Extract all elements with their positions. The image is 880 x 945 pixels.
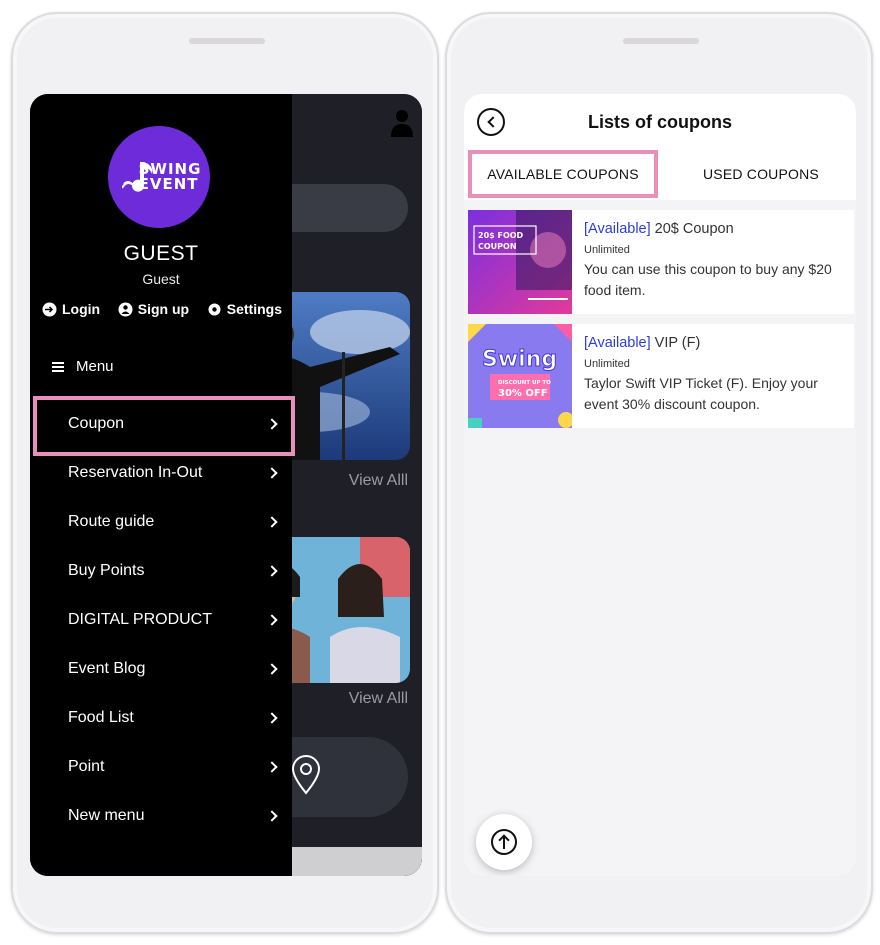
user-name: GUEST <box>123 242 199 265</box>
chevron-right-icon <box>266 711 278 724</box>
speaker-slot <box>189 38 265 44</box>
svg-text:COUPON: COUPON <box>478 242 517 251</box>
chevron-right-icon <box>266 466 278 479</box>
tab-available-coupons[interactable]: AVAILABLE COUPONS <box>468 150 658 198</box>
side-drawer: SWING EVENT GUEST Guest Login Sign up Se… <box>30 94 295 876</box>
menu-item-event-blog[interactable]: Event Blog <box>30 644 292 693</box>
coupon-card-2[interactable]: Swing DISCOUNT UP TO 30% OFF [Available]… <box>468 324 854 428</box>
coupon-thumbnail-food: 20$ FOOD COUPON <box>468 210 572 314</box>
view-all-link-1[interactable]: View Alll <box>349 472 408 490</box>
coupon-limit: Unlimited <box>584 244 630 256</box>
scroll-to-top-button[interactable] <box>476 814 532 870</box>
coupon-thumbnail-vip: Swing DISCOUNT UP TO 30% OFF <box>468 324 572 428</box>
music-note-icon <box>122 162 153 192</box>
coupon-description: You can use this coupon to buy any $20 f… <box>584 261 832 298</box>
menu-item-food-list[interactable]: Food List <box>30 693 292 742</box>
coupon-status: [Available] <box>584 221 651 237</box>
phone-frame-left: View Alll View Alll SWING EVENT GUEST Gu… <box>11 12 439 934</box>
coupon-status: [Available] <box>584 335 651 351</box>
coupon-title: [Available] 20$ Coupon <box>584 221 734 237</box>
chevron-right-icon <box>266 662 278 675</box>
user-icon[interactable] <box>390 108 414 138</box>
phone-frame-right: Lists of coupons AVAILABLE COUPONS USED … <box>445 12 873 934</box>
gear-icon <box>208 303 221 315</box>
svg-text:Swing: Swing <box>482 347 557 372</box>
svg-text:DISCOUNT UP TO: DISCOUNT UP TO <box>498 380 551 386</box>
coupon-description: Taylor Swift VIP Ticket (F). Enjoy your … <box>584 375 818 412</box>
chevron-right-icon <box>266 564 278 577</box>
chevron-right-icon <box>266 809 278 822</box>
hamburger-icon <box>52 361 64 372</box>
login-icon <box>42 302 57 316</box>
coupon-info-2: [Available] VIP (F) Unlimited Taylor Swi… <box>572 324 854 428</box>
screen-right: Lists of coupons AVAILABLE COUPONS USED … <box>464 94 856 876</box>
chevron-right-icon <box>266 417 278 430</box>
arrow-up-icon <box>491 829 517 855</box>
tab-used-coupons[interactable]: USED COUPONS <box>666 150 856 198</box>
login-button[interactable]: Login <box>42 301 100 317</box>
menu-item-coupon[interactable]: Coupon <box>30 396 295 456</box>
menu-item-new-menu[interactable]: New menu <box>30 791 292 840</box>
menu-item-point[interactable]: Point <box>30 742 292 791</box>
page-title: Lists of coupons <box>588 112 732 132</box>
menu-item-reservation[interactable]: Reservation In-Out <box>30 448 292 497</box>
chevron-right-icon <box>266 760 278 773</box>
coupon-title: [Available] VIP (F) <box>584 335 701 351</box>
menu-item-route-guide[interactable]: Route guide <box>30 497 292 546</box>
chevron-right-icon <box>266 515 278 528</box>
account-actions: Login Sign up Settings <box>42 301 282 317</box>
coupon-header: Lists of coupons AVAILABLE COUPONS USED … <box>464 94 856 200</box>
coupon-card-1[interactable]: 20$ FOOD COUPON [Available] 20$ Coupon U… <box>468 210 854 314</box>
chevron-right-icon <box>266 613 278 626</box>
signup-icon <box>118 302 133 316</box>
location-pin-icon[interactable] <box>291 755 321 795</box>
screen-left: View Alll View Alll SWING EVENT GUEST Gu… <box>30 94 422 876</box>
speaker-slot <box>623 38 699 44</box>
menu-item-buy-points[interactable]: Buy Points <box>30 546 292 595</box>
signup-button[interactable]: Sign up <box>118 301 189 317</box>
menu-list: Coupon Reservation In-Out Route guide Bu… <box>30 396 295 840</box>
coupon-limit: Unlimited <box>584 358 630 370</box>
menu-header: Menu <box>52 358 114 375</box>
svg-text:30% OFF: 30% OFF <box>498 388 548 399</box>
swing-event-logo: SWING EVENT <box>108 126 210 228</box>
svg-text:20$ FOOD: 20$ FOOD <box>478 231 524 240</box>
user-role: Guest <box>142 271 180 287</box>
view-all-link-2[interactable]: View Alll <box>349 690 408 708</box>
menu-item-digital-product[interactable]: DIGITAL PRODUCT <box>30 595 292 644</box>
settings-button[interactable]: Settings <box>207 301 282 317</box>
coupon-info-1: [Available] 20$ Coupon Unlimited You can… <box>572 210 854 314</box>
